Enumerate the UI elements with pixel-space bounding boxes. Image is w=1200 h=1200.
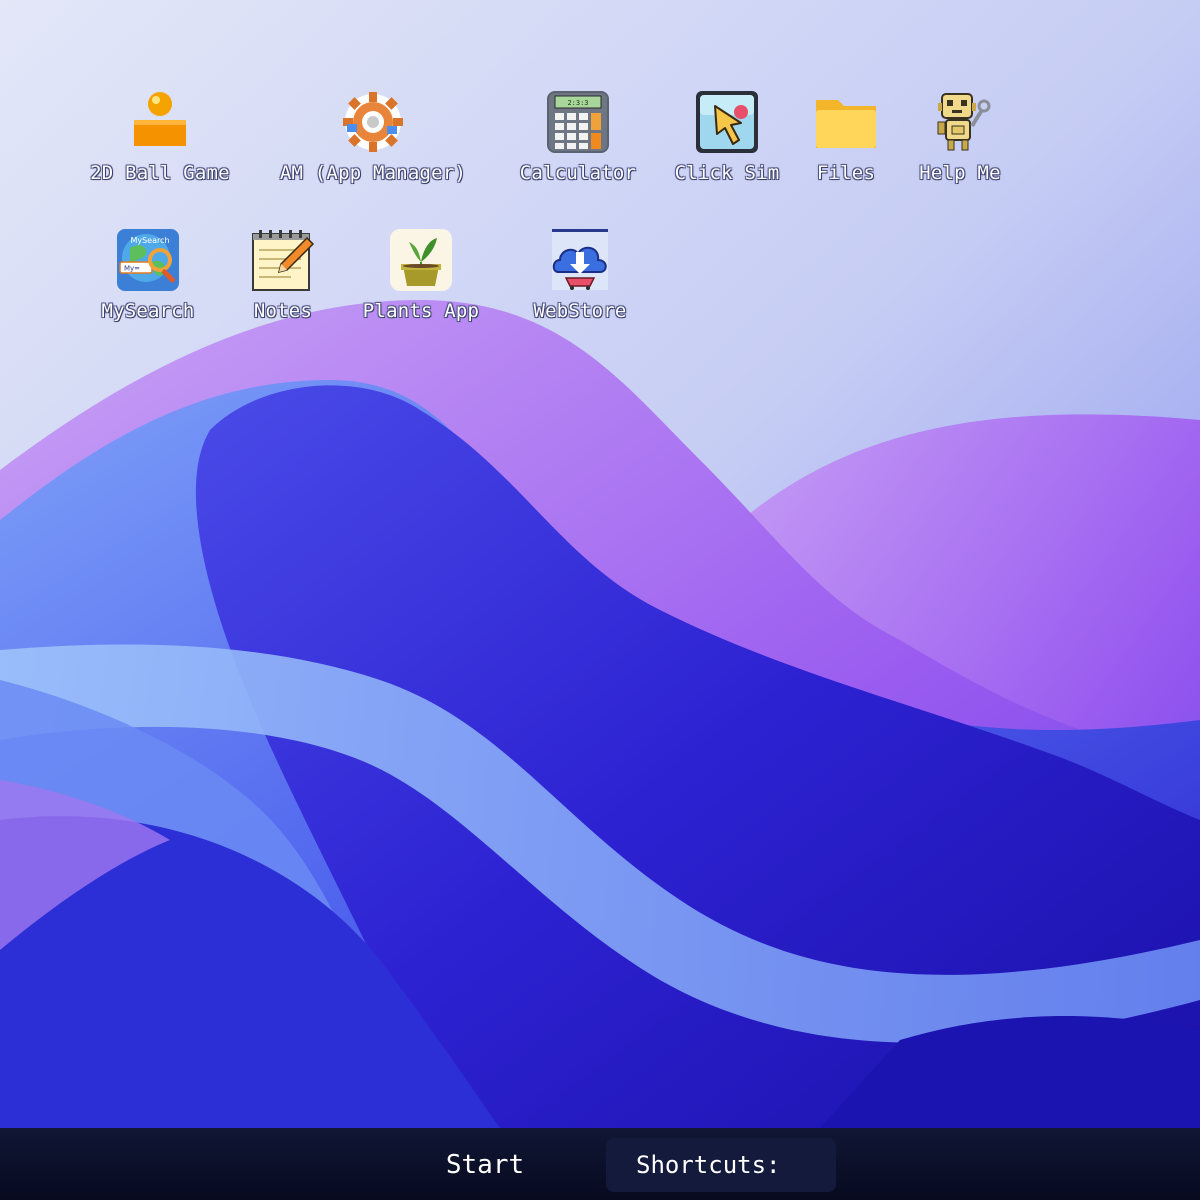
desktop-icon-notes[interactable]: Notes (242, 228, 324, 322)
svg-text:2:3:3: 2:3:3 (567, 99, 588, 107)
icon-label: 2D Ball Game (90, 162, 230, 184)
folder-icon (816, 100, 876, 148)
cloud-store-icon (552, 229, 608, 290)
icon-label: WebStore (533, 300, 627, 322)
ball-game-icon (134, 92, 186, 146)
icon-label: AM (App Manager) (279, 162, 467, 184)
desktop-icon-click-sim[interactable]: Click Sim (672, 90, 782, 184)
plant-pot-icon (390, 229, 452, 291)
desktop-icon-plants-app[interactable]: Plants App (356, 228, 486, 322)
icon-label: Files (816, 162, 876, 184)
taskbar: Start Shortcuts: (0, 1128, 1200, 1200)
svg-text:MySearch: MySearch (130, 236, 169, 245)
desktop-icon-mysearch[interactable]: MySearch My= MySearch (86, 228, 210, 322)
icon-label: Help Me (919, 162, 1001, 184)
desktop: 2D Ball Game AM (App Manager) 2:3:3 Calc… (0, 0, 1200, 1128)
icon-label: Calculator (519, 162, 637, 184)
shortcuts-label: Shortcuts: (636, 1151, 781, 1179)
desktop-icon-app-manager[interactable]: AM (App Manager) (266, 90, 480, 184)
desktop-icon-webstore[interactable]: WebStore (518, 228, 642, 322)
desktop-icon-calculator[interactable]: 2:3:3 Calculator (512, 90, 644, 184)
click-cursor-icon (696, 91, 758, 153)
calculator-icon: 2:3:3 (547, 91, 609, 153)
shortcuts-area[interactable]: Shortcuts: (606, 1138, 836, 1192)
icon-label: Click Sim (674, 162, 780, 184)
svg-text:My=: My= (124, 265, 140, 273)
icon-label: MySearch (101, 300, 195, 322)
desktop-icon-help-me[interactable]: Help Me (912, 90, 1008, 184)
icon-label: Notes (253, 300, 313, 322)
start-button[interactable]: Start (420, 1140, 550, 1190)
globe-search-icon: MySearch My= (117, 229, 179, 291)
notepad-icon (252, 230, 315, 291)
gear-app-manager-icon (343, 92, 403, 152)
robot-icon (937, 93, 991, 151)
desktop-icon-2d-ball-game[interactable]: 2D Ball Game (86, 90, 234, 184)
icon-label: Plants App (362, 300, 480, 322)
desktop-icon-files[interactable]: Files (806, 90, 886, 184)
